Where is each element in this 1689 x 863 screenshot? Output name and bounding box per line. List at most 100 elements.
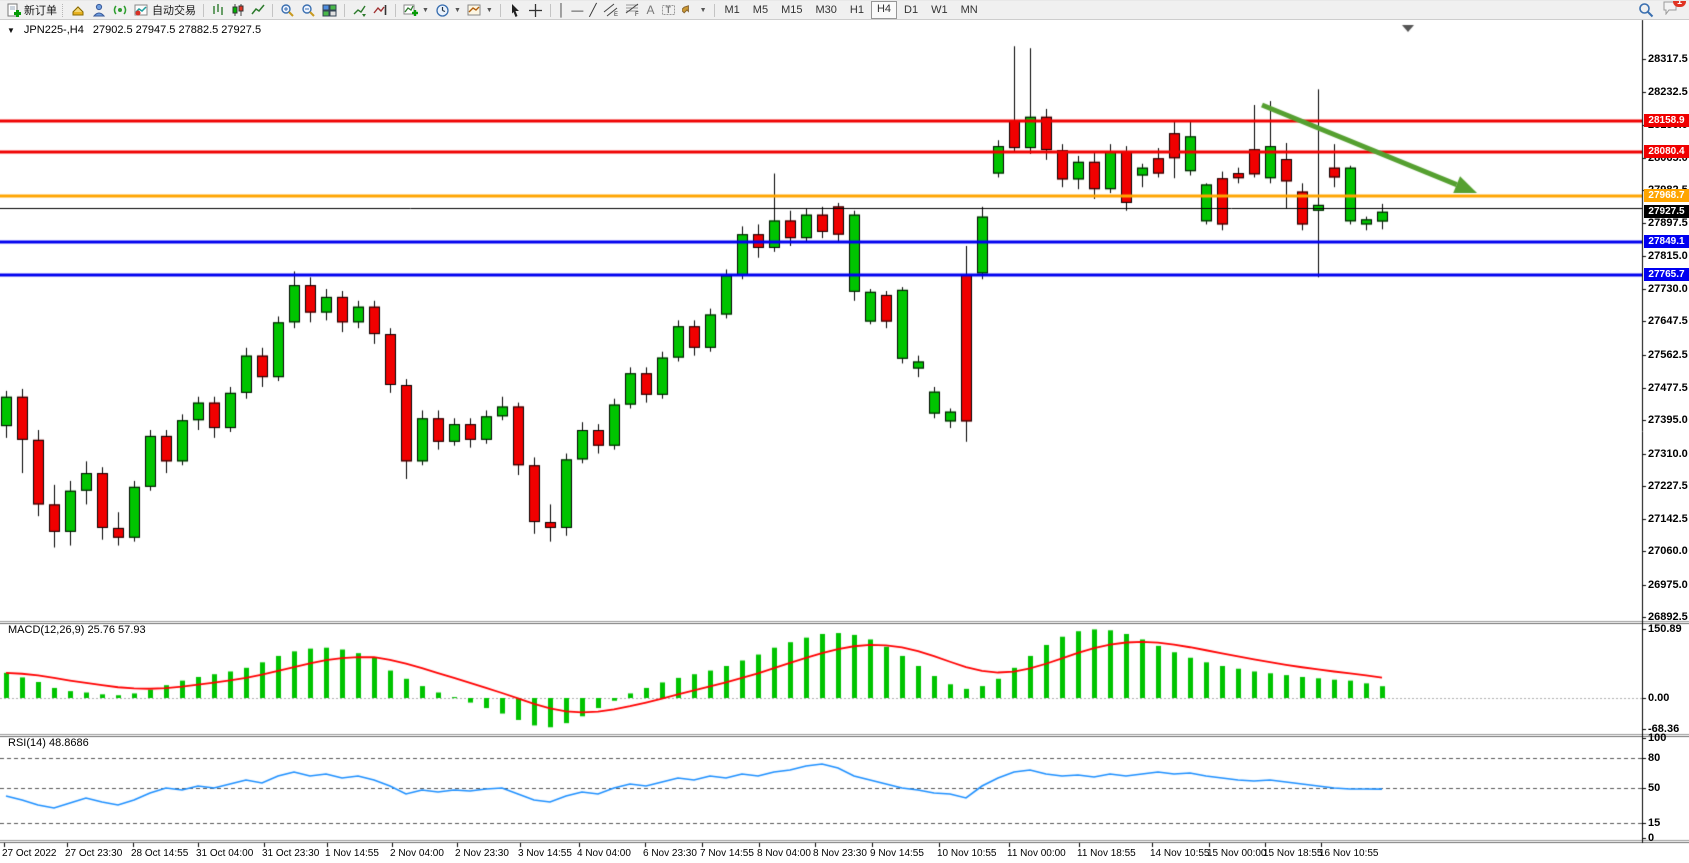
date-axis-label: 8 Nov 23:30	[813, 848, 867, 859]
date-axis-label: 9 Nov 14:55	[870, 848, 924, 859]
price-axis-tick: 27730.0	[1648, 283, 1688, 295]
crosshair-button[interactable]	[525, 2, 546, 19]
price-level-badge: 27968.7	[1644, 189, 1689, 202]
auto-scroll-button[interactable]	[349, 2, 370, 19]
autotrading-button[interactable]: 自动交易	[131, 2, 199, 19]
macd-indicator-label: MACD(12,26,9) 25.76 57.93	[8, 624, 146, 636]
autotrading-label: 自动交易	[152, 2, 196, 18]
tile-windows-button[interactable]	[319, 2, 340, 19]
rsi-axis-tick: 100	[1648, 732, 1666, 744]
vertical-line-button[interactable]: │	[555, 2, 569, 19]
search-icon[interactable]	[1638, 2, 1654, 18]
price-axis-tick: 28232.5	[1648, 86, 1688, 98]
market-watch-button[interactable]	[68, 2, 89, 19]
timeframe-H1[interactable]: H1	[844, 2, 870, 18]
horizontal-line-button[interactable]: —	[568, 2, 586, 19]
chart-shift-button[interactable]	[370, 2, 391, 19]
date-axis-label: 16 Nov 10:55	[1319, 848, 1379, 859]
timeframe-M5[interactable]: M5	[747, 2, 774, 18]
date-axis-label: 1 Nov 14:55	[325, 848, 379, 859]
new-order-icon	[6, 3, 21, 18]
periods-dropdown-icon[interactable]: ▼	[454, 7, 461, 14]
price-level-badge: 27765.7	[1644, 268, 1689, 281]
bar-chart-button[interactable]	[208, 2, 228, 19]
candlestick-chart-button[interactable]	[228, 2, 248, 19]
rsi-indicator-label: RSI(14) 48.8686	[8, 737, 89, 749]
macd-axis-tick: 0.00	[1648, 692, 1669, 704]
date-axis-label: 11 Nov 18:55	[1077, 848, 1136, 859]
date-axis-label: 14 Nov 10:55	[1150, 848, 1210, 859]
date-axis-label: 11 Nov 00:00	[1007, 848, 1066, 859]
date-axis-label: 4 Nov 04:00	[577, 848, 631, 859]
price-axis-tick: 27562.5	[1648, 349, 1688, 361]
signals-button[interactable]	[110, 2, 131, 19]
rsi-axis-tick: 80	[1648, 752, 1660, 764]
tile-windows-icon	[322, 3, 337, 17]
zoom-out-icon	[301, 3, 316, 18]
zoom-in-button[interactable]	[277, 2, 298, 19]
price-axis-tick: 27142.5	[1648, 513, 1688, 525]
toolbar-right: 1	[1638, 0, 1689, 20]
toolbar-grip	[62, 4, 66, 17]
arrows-button[interactable]: ▼	[679, 2, 710, 19]
notification-button[interactable]: 1	[1662, 0, 1679, 20]
equidistant-channel-button[interactable]: E	[600, 2, 622, 19]
text-label-button[interactable]: T	[658, 2, 679, 19]
line-chart-button[interactable]	[248, 2, 268, 19]
toolbar-separator	[550, 4, 551, 17]
timeframe-W1[interactable]: W1	[925, 2, 954, 18]
timeframe-MN[interactable]: MN	[955, 2, 984, 18]
text-button[interactable]: A	[644, 2, 658, 19]
timeframe-H4[interactable]: H4	[871, 1, 897, 19]
timeframe-M15[interactable]: M15	[775, 2, 808, 18]
timeframe-M1[interactable]: M1	[719, 2, 746, 18]
new-order-label: 新订单	[24, 2, 57, 18]
date-axis-label: 15 Nov 00:00	[1207, 848, 1267, 859]
date-axis-label: 28 Oct 14:55	[131, 848, 188, 859]
clock-icon	[435, 3, 450, 18]
templates-button[interactable]: ▼	[464, 2, 496, 19]
candlestick-chart-icon	[231, 3, 245, 17]
date-axis-label: 6 Nov 23:30	[643, 848, 697, 859]
macd-axis-tick: 150.89	[1648, 623, 1682, 635]
price-chart-canvas[interactable]	[0, 1, 1689, 863]
toolbar-separator	[500, 4, 501, 17]
timeframe-M30[interactable]: M30	[809, 2, 842, 18]
navigator-icon	[92, 3, 107, 17]
zoom-out-button[interactable]	[298, 2, 319, 19]
autotrading-icon	[134, 3, 149, 17]
date-axis-label: 2 Nov 04:00	[390, 848, 444, 859]
date-axis-label: 7 Nov 14:55	[700, 848, 754, 859]
bar-chart-icon	[211, 3, 225, 17]
toolbar-separator	[344, 4, 345, 17]
trendline-button[interactable]: ╱	[586, 2, 599, 19]
toolbar-separator	[203, 4, 204, 17]
channel-icon: E	[603, 3, 619, 17]
timeframe-D1[interactable]: D1	[898, 2, 924, 18]
toolbar: 新订单 自动交易	[0, 1, 1689, 20]
svg-text:F: F	[635, 12, 639, 17]
indicators-button[interactable]: ▼	[400, 2, 432, 19]
date-axis-label: 10 Nov 10:55	[937, 848, 997, 859]
date-axis-label: 8 Nov 04:00	[757, 848, 811, 859]
periods-button[interactable]: ▼	[432, 2, 464, 19]
templates-dropdown-icon[interactable]: ▼	[486, 7, 493, 14]
auto-scroll-icon	[352, 3, 367, 17]
terminal-window: 新订单 自动交易	[0, 0, 1689, 863]
chart-title: ▼ JPN225-,H4 27902.5 27947.5 27882.5 279…	[7, 24, 261, 36]
chart-title-dropdown-icon[interactable]: ▼	[7, 26, 15, 35]
date-axis-label: 31 Oct 04:00	[196, 848, 253, 859]
navigator-button[interactable]	[89, 2, 110, 19]
timeframe-group: M1M5M15M30H1H4D1W1MN	[719, 1, 984, 19]
fibonacci-button[interactable]: F	[622, 2, 644, 19]
new-order-button[interactable]: 新订单	[3, 2, 60, 19]
indicators-dropdown-icon[interactable]: ▼	[422, 7, 429, 14]
text-label-icon: T	[661, 3, 676, 17]
rsi-axis-tick: 50	[1648, 782, 1660, 794]
cursor-button[interactable]	[505, 2, 525, 19]
price-axis-tick: 27647.5	[1648, 315, 1688, 327]
arrows-dropdown-icon[interactable]: ▼	[700, 7, 707, 14]
date-axis-label: 15 Nov 18:55	[1263, 848, 1323, 859]
chart-shift-icon	[373, 3, 388, 17]
toolbar-separator	[395, 4, 396, 17]
